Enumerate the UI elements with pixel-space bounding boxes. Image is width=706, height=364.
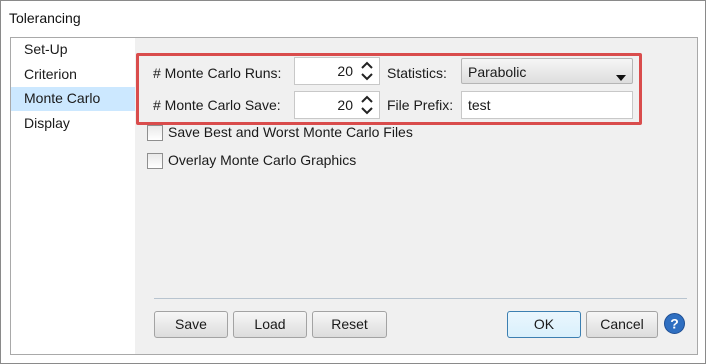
runs-label: # Monte Carlo Runs: bbox=[153, 65, 282, 81]
nav-item-monte-carlo[interactable]: Monte Carlo bbox=[11, 87, 135, 111]
help-icon[interactable]: ? bbox=[664, 313, 685, 334]
nav-item-criterion[interactable]: Criterion bbox=[11, 63, 135, 87]
nav-item-setup[interactable]: Set-Up bbox=[11, 38, 135, 62]
save-spin-arrows-icon[interactable] bbox=[359, 94, 375, 116]
chevron-down-icon bbox=[616, 68, 626, 84]
load-button[interactable]: Load bbox=[233, 311, 307, 338]
save-best-worst-checkbox[interactable] bbox=[147, 125, 163, 141]
settings-nav: Set-Up Criterion Monte Carlo Display bbox=[11, 38, 135, 354]
runs-spin-arrows-icon[interactable] bbox=[359, 60, 375, 82]
nav-item-display[interactable]: Display bbox=[11, 112, 135, 136]
overlay-graphics-label: Overlay Monte Carlo Graphics bbox=[168, 152, 357, 168]
reset-button[interactable]: Reset bbox=[312, 311, 387, 338]
tolerancing-dialog: Tolerancing Set-Up Criterion Monte Carlo… bbox=[0, 0, 706, 364]
statistics-select[interactable]: Parabolic bbox=[461, 58, 633, 84]
save-count-value: 20 bbox=[337, 97, 353, 113]
statistics-label: Statistics: bbox=[387, 65, 447, 81]
svg-text:?: ? bbox=[670, 316, 679, 332]
monte-carlo-panel: # Monte Carlo Runs: 20 Statistics: Parab… bbox=[135, 38, 697, 354]
ok-button[interactable]: OK bbox=[507, 311, 581, 338]
runs-value: 20 bbox=[337, 63, 353, 79]
cancel-button[interactable]: Cancel bbox=[586, 311, 658, 338]
file-prefix-label: File Prefix: bbox=[387, 97, 454, 113]
divider bbox=[154, 298, 687, 299]
window-title: Tolerancing bbox=[9, 10, 81, 26]
statistics-value: Parabolic bbox=[468, 64, 527, 80]
save-button[interactable]: Save bbox=[154, 311, 228, 338]
file-prefix-input[interactable]: test bbox=[461, 91, 633, 119]
runs-stepper[interactable]: 20 bbox=[294, 57, 380, 85]
save-best-worst-label: Save Best and Worst Monte Carlo Files bbox=[168, 124, 413, 140]
dialog-body: Set-Up Criterion Monte Carlo Display # M… bbox=[10, 37, 698, 355]
overlay-graphics-checkbox[interactable] bbox=[147, 153, 163, 169]
save-count-label: # Monte Carlo Save: bbox=[153, 97, 281, 113]
save-count-stepper[interactable]: 20 bbox=[294, 91, 380, 119]
